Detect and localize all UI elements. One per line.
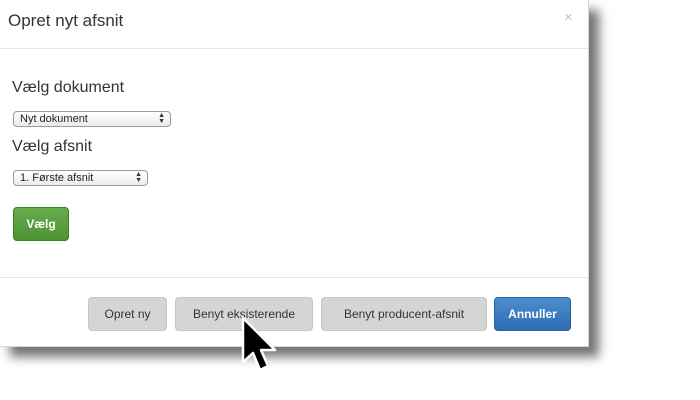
use-producer-section-button[interactable]: Benyt producent-afsnit: [321, 297, 487, 331]
chevron-up-down-icon: ▲ ▼: [158, 112, 165, 125]
section-select-value: 1. Første afsnit: [20, 172, 94, 184]
chevron-up-down-icon: ▲ ▼: [135, 171, 142, 184]
document-label: Vælg dokument: [12, 79, 125, 96]
section-select[interactable]: 1. Første afsnit ▲ ▼: [13, 170, 148, 186]
section-label: Vælg afsnit: [12, 138, 93, 155]
create-section-dialog: Opret nyt afsnit × Vælg dokument Nyt dok…: [0, 0, 589, 347]
document-select-value: Nyt dokument: [20, 113, 88, 125]
create-new-button[interactable]: Opret ny: [88, 297, 167, 331]
choose-button[interactable]: Vælg: [13, 207, 69, 241]
mouse-pointer-icon: [241, 316, 277, 372]
dialog-header: Opret nyt afsnit ×: [0, 0, 588, 49]
screen: Opret nyt afsnit × Vælg dokument Nyt dok…: [0, 0, 700, 400]
cancel-button[interactable]: Annuller: [494, 297, 571, 331]
footer-divider: [0, 277, 588, 278]
close-icon[interactable]: ×: [564, 10, 573, 25]
document-select[interactable]: Nyt dokument ▲ ▼: [13, 111, 171, 127]
dialog-title: Opret nyt afsnit: [8, 11, 124, 30]
